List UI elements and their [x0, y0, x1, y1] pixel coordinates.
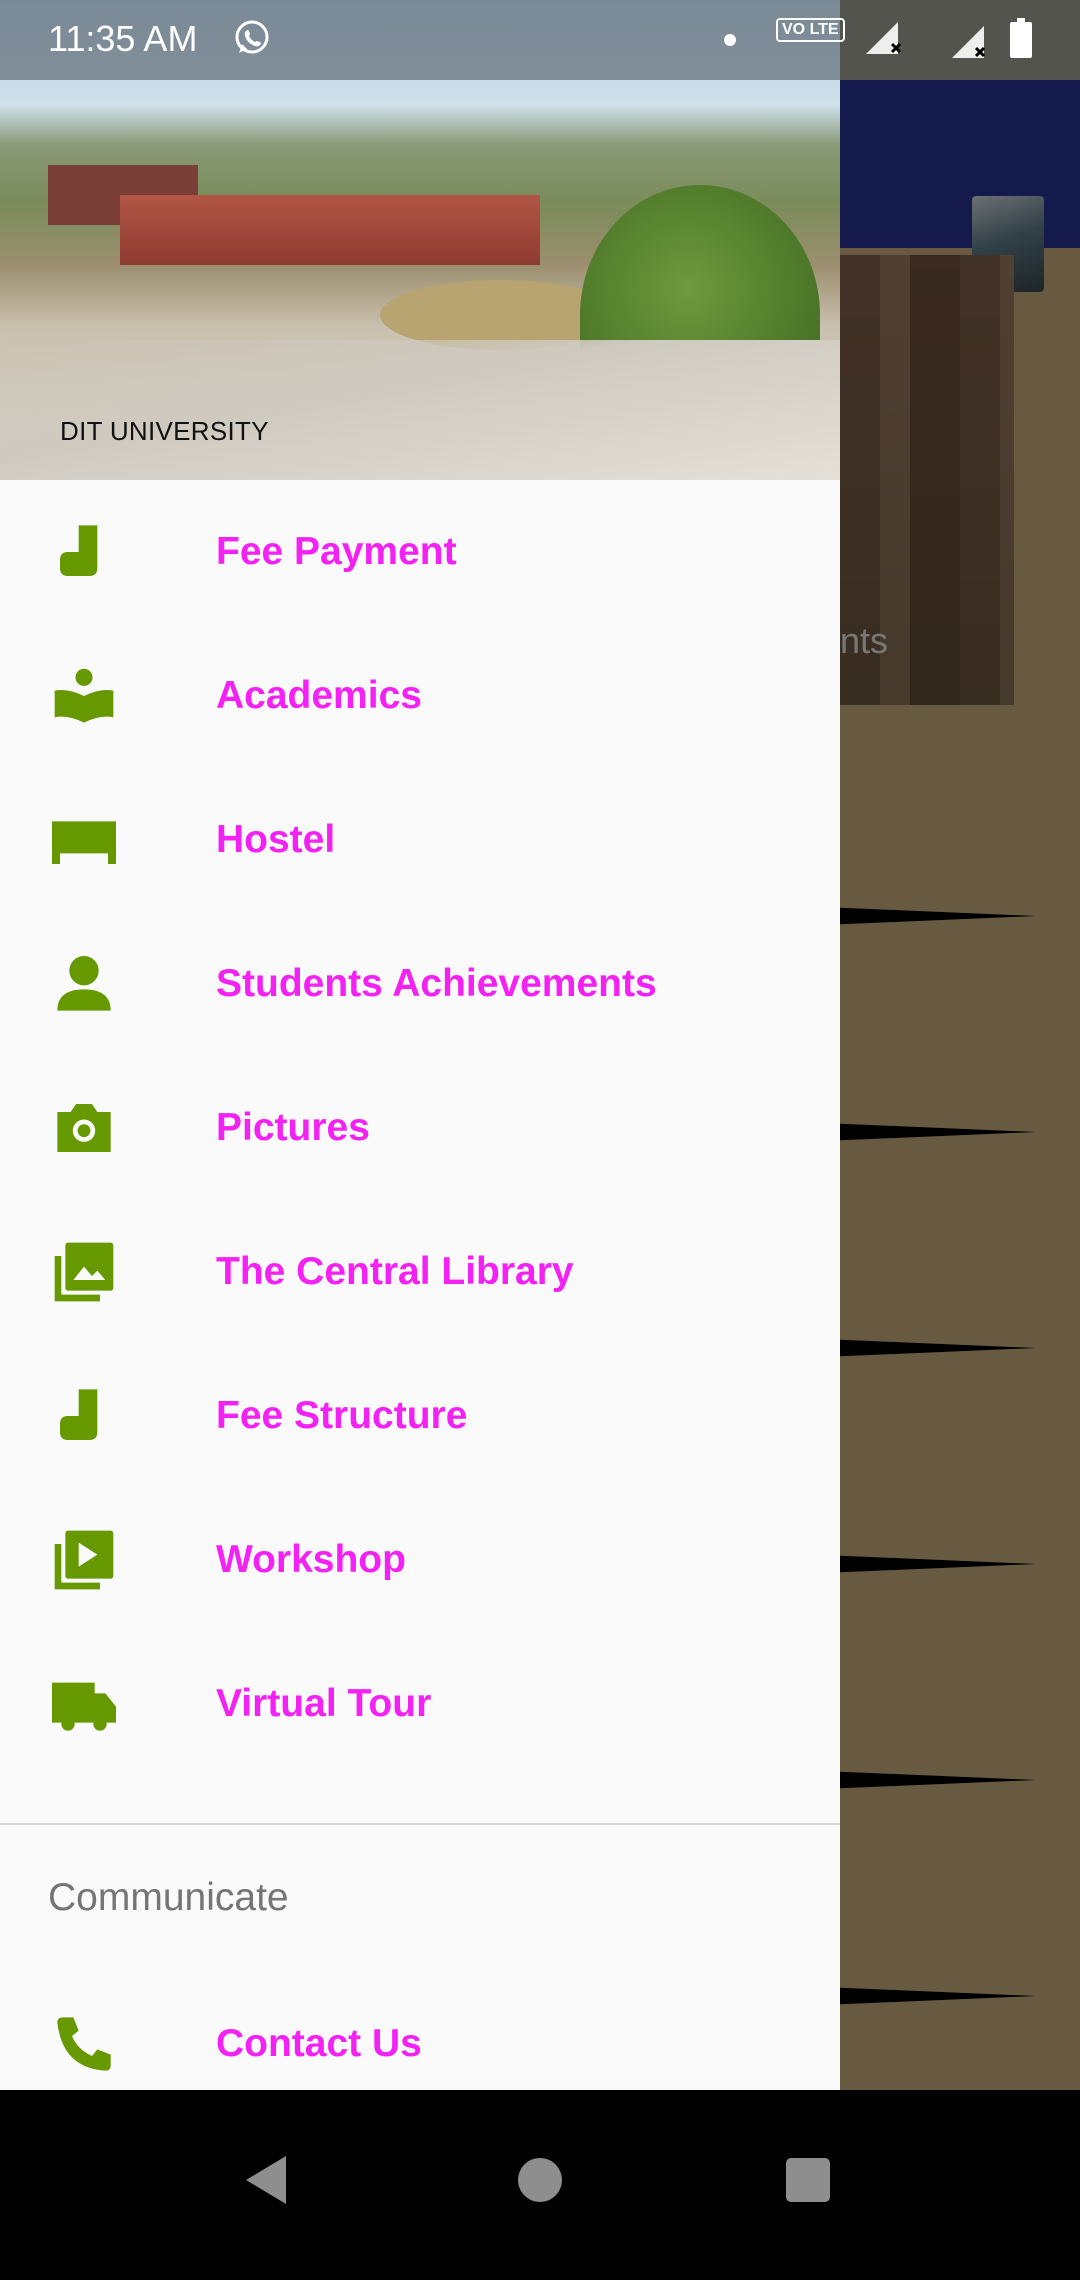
menu-item-hostel[interactable]: Hostel [0, 768, 840, 912]
menu-item-workshop[interactable]: Workshop [0, 1488, 840, 1632]
section-title-communicate: Communicate [48, 1876, 289, 1919]
signal-icon [862, 18, 906, 58]
menu-item-label: Virtual Tour [216, 1682, 432, 1725]
menu-item-academics[interactable]: Academics [0, 624, 840, 768]
divider [0, 1823, 840, 1825]
navigation-drawer: DIT UNIVERSITY Fee Payment Academics Hos… [0, 0, 840, 2090]
phone-icon [52, 2012, 116, 2076]
notification-dot-icon [724, 34, 736, 46]
drawer-header-title: DIT UNIVERSITY [60, 416, 269, 446]
menu-item-students-achievements[interactable]: Students Achievements [0, 912, 840, 1056]
menu-item-label: Academics [216, 674, 422, 717]
drawer-menu: Fee Payment Academics Hostel Students Ac… [0, 480, 840, 1776]
campus-photo-building [120, 195, 540, 265]
reader-icon [52, 664, 116, 728]
campus-photo-road [0, 340, 840, 480]
menu-item-label: Workshop [216, 1538, 406, 1581]
status-time: 11:35 AM [48, 18, 198, 59]
menu-item-label: Students Achievements [216, 962, 657, 1005]
volte-icon: VO LTE [776, 18, 845, 42]
menu-item-fee-payment[interactable]: Fee Payment [0, 480, 840, 624]
person-icon [52, 952, 116, 1016]
status-bar: 11:35 AM VO LTE [0, 0, 1080, 80]
recents-icon[interactable] [786, 2158, 830, 2202]
gallery-icon [52, 1240, 116, 1304]
menu-item-virtual-tour[interactable]: Virtual Tour [0, 1632, 840, 1776]
bed-icon [52, 808, 116, 872]
menu-item-pictures[interactable]: Pictures [0, 1056, 840, 1200]
menu-item-label: Pictures [216, 1106, 370, 1149]
video-library-icon [52, 1528, 116, 1592]
menu-item-contact-us[interactable]: Contact Us [0, 1972, 840, 2090]
back-icon[interactable] [242, 2154, 290, 2206]
battery-icon [1010, 18, 1032, 58]
boot-icon [52, 1384, 116, 1448]
home-icon[interactable] [518, 2158, 562, 2202]
menu-item-label: Hostel [216, 818, 336, 861]
signal-icon [950, 22, 990, 62]
truck-icon [52, 1672, 116, 1736]
screen: nts 11:35 AM VO LTE DIT UNIVERSITY Fee P… [0, 0, 1080, 2280]
system-navigation-bar [0, 2090, 1080, 2280]
menu-item-label: Fee Payment [216, 530, 457, 573]
menu-item-label: The Central Library [216, 1250, 574, 1293]
camera-icon [52, 1096, 116, 1160]
menu-item-fee-structure[interactable]: Fee Structure [0, 1344, 840, 1488]
menu-item-label: Fee Structure [216, 1394, 468, 1437]
boot-icon [52, 520, 116, 584]
menu-item-central-library[interactable]: The Central Library [0, 1200, 840, 1344]
whatsapp-icon [232, 18, 272, 58]
menu-item-label: Contact Us [216, 2022, 422, 2065]
